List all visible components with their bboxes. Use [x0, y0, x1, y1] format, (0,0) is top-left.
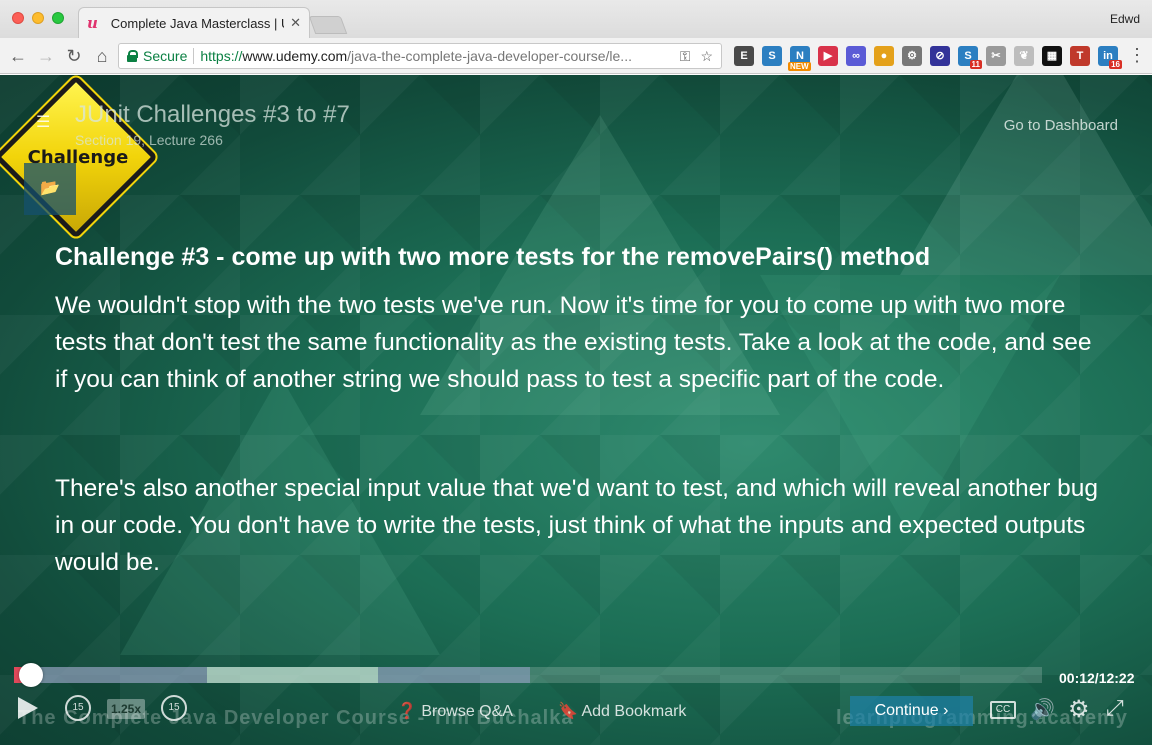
extension-badge: 16: [1109, 60, 1122, 69]
evernote-extension-icon[interactable]: E: [734, 46, 754, 66]
block-extension-icon[interactable]: ⊘: [930, 46, 950, 66]
progress-buffer: [32, 667, 207, 683]
url-scheme: https://: [200, 48, 243, 64]
star-icon[interactable]: ☆: [700, 48, 713, 65]
browser-toolbar: ← → ↻ ⌂ Secure https:// www.udemy.com /j…: [0, 38, 1152, 74]
profile-name[interactable]: Edwd: [1110, 12, 1140, 26]
minimize-window-button[interactable]: [32, 12, 44, 24]
lecture-title: JUnit Challenges #3 to #7: [75, 101, 350, 128]
udemy-favicon-icon: u: [87, 14, 98, 32]
time-display: 00:12/12:22: [1059, 670, 1135, 686]
background-facet: [900, 75, 1152, 275]
new-tab-button[interactable]: [308, 16, 348, 34]
chrome-extension-icon[interactable]: ●: [874, 46, 894, 66]
question-icon: ❓: [397, 703, 417, 720]
feather-extension-icon[interactable]: ❦: [1014, 46, 1034, 66]
slide-paragraph: We wouldn't stop with the two tests we'v…: [55, 292, 1092, 393]
scrub-handle[interactable]: [19, 663, 43, 687]
browser-tab[interactable]: u Complete Java Masterclass | U ✕: [78, 7, 310, 38]
bookmark-icon: 🔖: [558, 703, 578, 720]
reload-icon[interactable]: ↻: [62, 44, 86, 68]
add-bookmark-label: Add Bookmark: [581, 703, 687, 720]
continue-button[interactable]: Continue ›: [850, 696, 973, 726]
home-icon[interactable]: ⌂: [90, 44, 114, 68]
grid-extension-icon[interactable]: ▦: [1042, 46, 1062, 66]
back-arrow-icon[interactable]: ←: [6, 44, 30, 68]
fullscreen-icon[interactable]: ⤢: [1106, 695, 1124, 721]
calendar-extension-icon[interactable]: S 11: [958, 46, 982, 69]
screenshot-extension-icon[interactable]: S: [762, 46, 782, 66]
browser-menu-icon[interactable]: ⋮: [1128, 46, 1146, 66]
omnibox-divider: [193, 48, 195, 64]
address-bar[interactable]: Secure https:// www.udemy.com /java-the-…: [118, 43, 722, 69]
gear-icon[interactable]: ⚙: [1068, 695, 1090, 724]
progress-buffer: [207, 667, 378, 683]
trello-extension-icon[interactable]: T: [1070, 46, 1090, 66]
browser-titlebar: u Complete Java Masterclass | U ✕ Edwd: [0, 0, 1152, 38]
key-icon[interactable]: ⚿: [680, 48, 691, 65]
lock-icon: [127, 50, 138, 62]
progress-buffer: [378, 667, 530, 683]
secure-label: Secure: [143, 48, 188, 64]
url-host: www.udemy.com: [242, 48, 348, 64]
video-player[interactable]: Challenge ☰ 📂 JUnit Challenges #3 to #7 …: [0, 75, 1152, 745]
lecture-subtitle: Section 19, Lecture 266: [75, 132, 223, 148]
slide-heading: Challenge #3 - come up with two more tes…: [55, 243, 931, 271]
rewind-15-icon[interactable]: 15: [65, 695, 91, 721]
close-window-button[interactable]: [12, 12, 24, 24]
slide-paragraph: There's also another special input value…: [55, 475, 1099, 576]
maximize-window-button[interactable]: [52, 12, 64, 24]
close-tab-icon[interactable]: ✕: [290, 15, 301, 31]
linkedin-extension-icon[interactable]: in 16: [1098, 46, 1122, 69]
browse-qa-button[interactable]: ❓ Browse Q&A: [397, 701, 513, 721]
curriculum-list-icon[interactable]: ☰: [36, 115, 52, 131]
pocket-extension-icon[interactable]: ▶: [818, 46, 838, 66]
forward-15-icon[interactable]: 15: [161, 695, 187, 721]
forward-arrow-icon[interactable]: →: [34, 44, 58, 68]
continue-label: Continue: [874, 702, 939, 719]
captions-icon[interactable]: CC: [990, 701, 1016, 719]
extension-badge: 11: [969, 60, 982, 69]
add-bookmark-button[interactable]: 🔖 Add Bookmark: [558, 701, 686, 721]
go-to-dashboard-button[interactable]: Go to Dashboard: [1004, 111, 1118, 140]
url-path: /java-the-complete-java-developer-course…: [347, 48, 632, 64]
scissors-extension-icon[interactable]: ✂: [986, 46, 1006, 66]
volume-icon[interactable]: 🔊: [1030, 697, 1055, 722]
extensions-bar: E S N NEW ▶ ∞ ● ⚙ ⊘ S 11 ✂ ❦ ▦ Tin 16: [734, 46, 1122, 71]
chevron-right-icon: ›: [943, 702, 949, 719]
playback-speed-button[interactable]: 1.25x: [107, 699, 145, 719]
tab-title: Complete Java Masterclass | U: [110, 15, 285, 31]
sync-extension-icon[interactable]: ∞: [846, 46, 866, 66]
play-icon[interactable]: [18, 697, 38, 719]
settings-extension-icon[interactable]: ⚙: [902, 46, 922, 66]
browse-qa-label: Browse Q&A: [421, 703, 513, 720]
news-extension-icon[interactable]: N NEW: [788, 46, 811, 71]
resources-folder-button[interactable]: 📂: [24, 163, 76, 215]
extension-badge: NEW: [788, 62, 811, 71]
